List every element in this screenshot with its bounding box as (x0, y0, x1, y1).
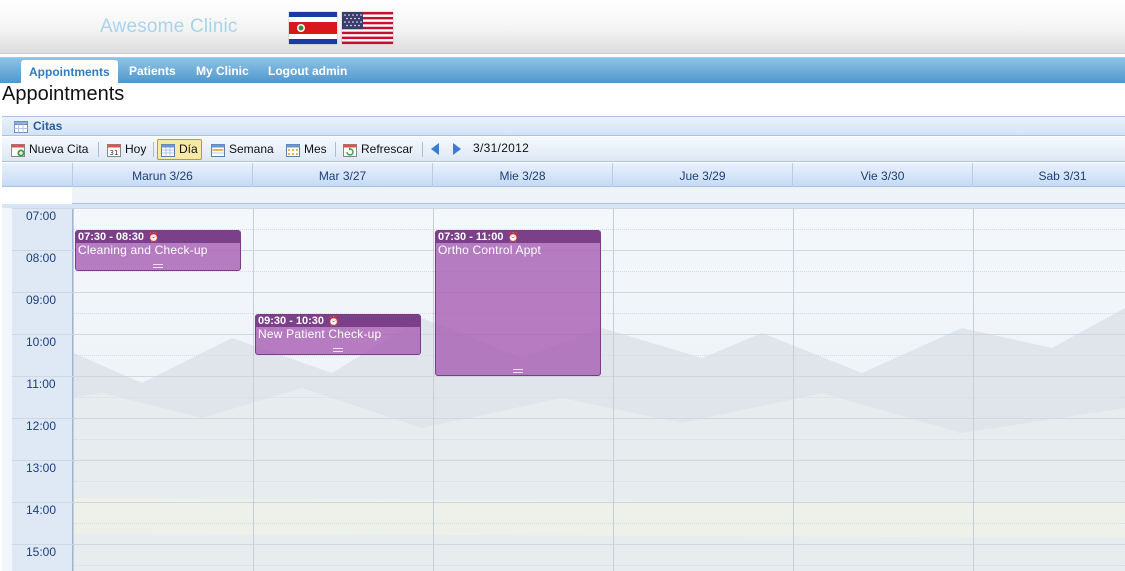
half-hour-line (73, 523, 1125, 524)
app-header: Awesome Clinic (0, 0, 1125, 54)
appointment-title: Cleaning and Check-up (78, 243, 208, 257)
day-view-button[interactable]: Día (157, 139, 202, 160)
hour-label: 11:00 (26, 377, 56, 391)
hour-line (12, 418, 1125, 419)
toolbar-separator (335, 142, 336, 157)
toolbar-separator (98, 142, 99, 157)
appointment-event[interactable]: 09:30 - 10:30 ⏰ New Patient Check-up (255, 314, 421, 355)
calendar-grid[interactable]: 07:00 08:00 09:00 10:00 11:00 12:00 13:0… (2, 208, 1125, 571)
today-label: Hoy (125, 142, 147, 156)
half-hour-line (73, 439, 1125, 440)
new-appointment-button[interactable]: Nueva Cita (8, 139, 91, 160)
nav-appointments[interactable]: Appointments (21, 60, 118, 84)
hour-line (12, 544, 1125, 545)
appointment-time-label: 07:30 - 11:00 (438, 231, 504, 243)
appointment-time: 07:30 - 11:00 ⏰ (436, 231, 600, 243)
hour-line (12, 460, 1125, 461)
appointment-title: New Patient Check-up (258, 327, 382, 341)
month-view-button[interactable]: Mes (283, 139, 330, 160)
hour-label: 12:00 (25, 419, 57, 433)
all-day-row[interactable] (72, 187, 1125, 204)
clinic-name[interactable]: Awesome Clinic (100, 16, 238, 38)
day-header[interactable]: Marun 3/26 (72, 163, 252, 187)
day-column-line (793, 208, 794, 571)
day-column-line (433, 208, 434, 571)
resize-handle[interactable] (153, 264, 163, 268)
toolbar-separator (422, 142, 423, 157)
new-appointment-label: Nueva Cita (29, 142, 89, 156)
day-column-line (973, 208, 974, 571)
half-hour-line (73, 565, 1125, 566)
alarm-clock-icon: ⏰ (507, 232, 519, 242)
calendar-today-icon: 31 (107, 143, 121, 157)
week-view-icon (211, 143, 225, 157)
resize-handle[interactable] (333, 348, 343, 352)
costa-rica-flag-icon[interactable] (289, 12, 337, 44)
previous-arrow-icon[interactable] (431, 143, 439, 155)
half-hour-line (73, 397, 1125, 398)
week-view-label: Semana (229, 142, 274, 156)
calendar-icon (14, 121, 28, 133)
day-view-label: Día (179, 142, 198, 156)
day-view-icon (161, 143, 175, 157)
day-column-line (253, 208, 254, 571)
today-button[interactable]: 31 Hoy (104, 139, 149, 160)
appointment-time: 09:30 - 10:30 ⏰ (256, 315, 420, 327)
hour-line (12, 376, 1125, 377)
usa-flag-icon[interactable] (342, 12, 393, 44)
hour-label: 09:00 (25, 293, 57, 307)
week-view-button[interactable]: Semana (208, 139, 277, 160)
appointment-event[interactable]: 07:30 - 08:30 ⏰ Cleaning and Check-up (75, 230, 241, 271)
hour-label: 10:00 (25, 335, 57, 349)
next-arrow-icon[interactable] (453, 143, 461, 155)
day-header[interactable]: Vie 3/30 (792, 163, 972, 187)
svg-text:31: 31 (110, 149, 119, 157)
appointment-time-label: 09:30 - 10:30 (258, 315, 325, 327)
appointment-event[interactable]: 07:30 - 11:00 ⏰ Ortho Control Appt (435, 230, 601, 376)
appointment-title: Ortho Control Appt (438, 243, 541, 257)
calendar-add-icon (11, 143, 25, 157)
alarm-clock-icon: ⏰ (328, 316, 340, 326)
toolbar-separator (153, 142, 154, 157)
half-hour-line (73, 481, 1125, 482)
hour-label: 15:00 (25, 545, 57, 559)
main-nav: Appointments Patients My Clinic Logout a… (0, 57, 1125, 84)
hour-line (12, 208, 1125, 209)
panel-title: Citas (33, 119, 63, 133)
calendar-panel-header: Citas (2, 116, 1125, 136)
hour-label: 13:00 (25, 461, 57, 475)
month-view-icon (286, 143, 300, 157)
hour-line (12, 502, 1125, 503)
nav-logout[interactable]: Logout admin (260, 58, 355, 84)
refresh-icon (343, 143, 357, 157)
refresh-button[interactable]: Refrescar (340, 139, 416, 160)
day-header[interactable]: Mie 3/28 (432, 163, 612, 187)
nav-my-clinic[interactable]: My Clinic (188, 58, 257, 84)
day-header[interactable]: Mar 3/27 (252, 163, 432, 187)
appointment-time-label: 07:30 - 08:30 (78, 231, 145, 243)
hour-label: 07:00 (25, 209, 57, 223)
nav-patients[interactable]: Patients (121, 58, 184, 84)
month-view-label: Mes (304, 142, 327, 156)
hour-label: 08:00 (25, 251, 57, 265)
current-date: 3/31/2012 (473, 141, 530, 155)
day-header[interactable]: Jue 3/29 (612, 163, 792, 187)
refresh-label: Refrescar (361, 142, 414, 156)
page-title: Appointments (2, 83, 125, 105)
resize-handle[interactable] (513, 369, 523, 373)
hour-label: 14:00 (25, 503, 57, 517)
day-header[interactable]: Sab 3/31 (972, 163, 1125, 187)
day-column-line (613, 208, 614, 571)
alarm-clock-icon: ⏰ (148, 232, 160, 242)
calendar-toolbar: Nueva Cita 31 Hoy Día Semana Mes Refresc… (2, 137, 1125, 162)
day-column-line (73, 208, 74, 571)
appointment-time: 07:30 - 08:30 ⏰ (76, 231, 240, 243)
day-header-row: Marun 3/26 Mar 3/27 Mie 3/28 Jue 3/29 Vi… (2, 163, 1125, 187)
